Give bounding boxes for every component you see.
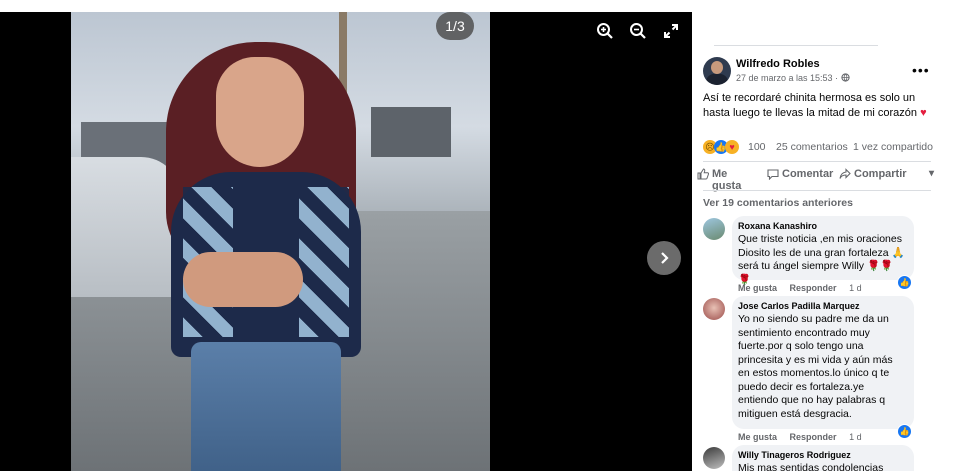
fullscreen-icon[interactable] bbox=[660, 20, 682, 42]
post-photo[interactable] bbox=[71, 12, 490, 471]
photo-car bbox=[71, 157, 181, 297]
chevron-right-icon bbox=[661, 252, 669, 264]
share-icon bbox=[839, 168, 851, 179]
divider bbox=[703, 161, 931, 162]
comment-text: Yo no siendo su padre me da un sentimien… bbox=[738, 313, 893, 420]
globe-icon bbox=[840, 73, 850, 82]
comment-author[interactable]: Roxana Kanashiro bbox=[738, 221, 906, 231]
avatar[interactable] bbox=[703, 447, 725, 469]
photo-face bbox=[216, 57, 304, 167]
post-actions: Me gusta Comentar Compartir ▾ bbox=[697, 168, 947, 192]
avatar[interactable] bbox=[703, 57, 731, 85]
more-options-button[interactable]: ••• bbox=[912, 62, 930, 78]
comment-bubble: Jose Carlos Padilla Marquez Yo no siendo… bbox=[732, 296, 914, 429]
post-text: Así te recordaré chinita hermosa es solo… bbox=[703, 91, 938, 121]
like-button[interactable]: Me gusta bbox=[697, 168, 741, 192]
like-button-label: Me gusta bbox=[712, 168, 742, 192]
heart-emoji: ♥ bbox=[920, 107, 927, 119]
next-photo-button[interactable] bbox=[647, 241, 681, 275]
share-button[interactable]: Compartir bbox=[839, 168, 907, 181]
zoom-in-icon[interactable] bbox=[594, 20, 616, 42]
zoom-out-icon[interactable] bbox=[627, 20, 649, 42]
comment-meta: Me gusta Responder 1 d bbox=[738, 283, 862, 293]
comment-text: Mis mas sentidas condolencias bbox=[738, 462, 884, 471]
avatar[interactable] bbox=[703, 218, 725, 240]
post-author[interactable]: Wilfredo Robles bbox=[736, 58, 820, 70]
comment-button-label: Comentar bbox=[782, 168, 834, 180]
photo-jeans bbox=[191, 342, 341, 471]
comment-button[interactable]: Comentar bbox=[767, 168, 833, 181]
photo-counter: 1/3 bbox=[436, 12, 474, 40]
comment-icon bbox=[767, 169, 779, 181]
comment-age[interactable]: 1 d bbox=[849, 432, 862, 442]
share-button-label: Compartir bbox=[854, 168, 907, 180]
comment-like-link[interactable]: Me gusta bbox=[738, 283, 777, 293]
comment-age[interactable]: 1 d bbox=[849, 283, 862, 293]
top-divider bbox=[714, 45, 878, 46]
reaction-count: 100 bbox=[748, 141, 766, 153]
comment-meta: Me gusta Responder 1 d bbox=[738, 432, 862, 442]
audience-dropdown[interactable]: ▾ bbox=[929, 168, 934, 179]
comment-like-link[interactable]: Me gusta bbox=[738, 432, 777, 442]
post-panel: Wilfredo Robles 27 de marzo a las 15:53 … bbox=[692, 0, 960, 471]
avatar[interactable] bbox=[703, 298, 725, 320]
comment-reply-link[interactable]: Responder bbox=[790, 283, 837, 293]
care-reaction-icon: ♥ bbox=[725, 140, 739, 154]
comment-reply-link[interactable]: Responder bbox=[790, 432, 837, 442]
comment-text: Que triste noticia ,en mis oraciones Dio… bbox=[738, 233, 905, 286]
like-badge-icon: 👍 bbox=[897, 275, 912, 290]
thumbs-up-icon bbox=[697, 168, 709, 180]
view-previous-comments[interactable]: Ver 19 comentarios anteriores bbox=[703, 197, 853, 209]
comment-author[interactable]: Jose Carlos Padilla Marquez bbox=[738, 301, 906, 311]
comment-bubble: Willy Tinageros Rodriguez Mis mas sentid… bbox=[732, 445, 914, 471]
photo-hands bbox=[183, 252, 303, 307]
post-date-text: 27 de marzo a las 15:53 · bbox=[736, 73, 841, 83]
comment-bubble: Roxana Kanashiro Que triste noticia ,en … bbox=[732, 216, 914, 286]
post-text-body: Así te recordaré chinita hermosa es solo… bbox=[703, 92, 921, 119]
share-count[interactable]: 1 vez compartido bbox=[853, 141, 933, 153]
like-badge-icon: 👍 bbox=[897, 424, 912, 439]
comment-count[interactable]: 25 comentarios bbox=[776, 141, 848, 153]
reaction-summary[interactable]: ☹ 👍 ♥ 100 25 comentarios 1 vez compartid… bbox=[703, 140, 943, 156]
photo-argyle-right bbox=[299, 187, 349, 337]
photo-viewer: 1/3 bbox=[0, 12, 692, 471]
photo-house bbox=[371, 107, 451, 157]
post-date[interactable]: 27 de marzo a las 15:53 · bbox=[736, 73, 850, 83]
divider bbox=[703, 190, 931, 191]
comment-author[interactable]: Willy Tinageros Rodriguez bbox=[738, 450, 906, 460]
